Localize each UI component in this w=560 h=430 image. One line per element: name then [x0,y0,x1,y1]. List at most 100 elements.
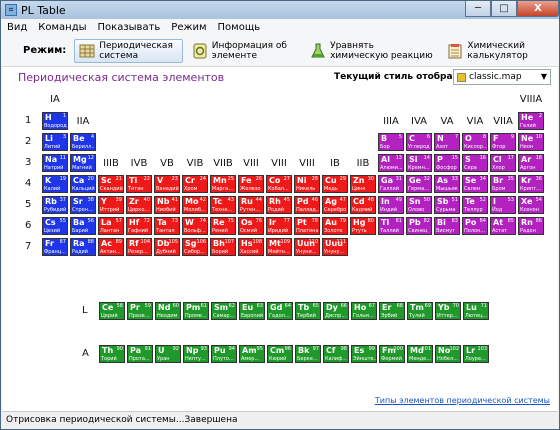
element-cell-bk[interactable]: Bk 97 Берке... [295,345,321,363]
element-cell-ne[interactable]: Ne 10 Неон [518,133,544,151]
element-cell-mn[interactable]: Mn 25 Марга... [210,175,236,193]
element-cell-sb[interactable]: Sb 51 Сурьма [434,196,460,214]
element-cell-os[interactable]: Os 76 Осмий [238,217,264,235]
element-cell-es[interactable]: Es 99 Эйнште... [351,345,377,363]
mode-element-info-button[interactable]: Информация об элементе [187,39,301,63]
element-cell-p[interactable]: P 15 Фосфор [434,154,460,172]
element-cell-ta[interactable]: Ta 73 Тантал [154,217,180,235]
element-cell-pr[interactable]: Pr 59 Празе... [127,302,153,320]
element-cell-ce[interactable]: Ce 58 Церий [99,302,125,320]
element-cell-tm[interactable]: Tm 69 Тулий [407,302,433,320]
element-cell-li[interactable]: Li 3 Литий [42,133,68,151]
style-select[interactable]: classic.map ▼ [453,69,551,85]
element-cell-ge[interactable]: Ge 32 Герма... [406,175,432,193]
element-cell-u[interactable]: U 92 Уран [155,345,181,363]
element-cell-bi[interactable]: Bi 83 Висмут [434,217,460,235]
element-cell-hg[interactable]: Hg 80 Ртуть [350,217,376,235]
element-cell-ga[interactable]: Ga 31 Галлий [378,175,404,193]
element-cell-lr[interactable]: Lr 103 Лоуре... [463,345,489,363]
element-cell-hf[interactable]: Hf 72 Гафний [126,217,152,235]
element-cell-hs[interactable]: Hs 108 Хассий [238,238,264,256]
element-cell-b[interactable]: B 5 Бор [378,133,404,151]
element-cell-eu[interactable]: Eu 63 Европий [239,302,265,320]
element-cell-au[interactable]: Au 79 Золото [322,217,348,235]
maximize-button[interactable]: □ [491,1,517,17]
element-cell-tc[interactable]: Tc 43 Техне... [210,196,236,214]
element-cell-c[interactable]: C 6 Углерод [406,133,432,151]
element-cell-nd[interactable]: Nd 60 Неодим [155,302,181,320]
element-cell-np[interactable]: Np 93 Непту... [183,345,209,363]
element-cell-sg[interactable]: Sg 106 Сибор... [182,238,208,256]
mode-calculator-button[interactable]: Химический калькулятор [442,39,555,63]
element-cell-cf[interactable]: Cf 98 Калиф... [323,345,349,363]
close-button[interactable]: X [517,1,559,17]
element-cell-xe[interactable]: Xe 54 Ксенон [518,196,544,214]
element-cell-si[interactable]: Si 14 Кремн... [406,154,432,172]
element-cell-db[interactable]: Db 105 Дубний [154,238,180,256]
element-cell-be[interactable]: Be 4 Берилл... [70,133,96,151]
element-cell-no[interactable]: No 102 Нобел... [435,345,461,363]
element-cell-ca[interactable]: Ca 20 Кальций [70,175,96,193]
element-cell-pm[interactable]: Pm 61 Проме... [183,302,209,320]
element-cell-pt[interactable]: Pt 78 Платина [294,217,320,235]
element-cell-uuu[interactable]: Uuu 111 Унуну... [322,238,348,256]
element-cell-ti[interactable]: Ti 22 Титан [126,175,152,193]
element-cell-co[interactable]: Co 27 Кобал... [266,175,292,193]
element-cell-pb[interactable]: Pb 82 Свинец [406,217,432,235]
element-cell-ru[interactable]: Ru 44 Рутен... [238,196,264,214]
element-cell-as[interactable]: As 33 Мышьяк [434,175,460,193]
element-cell-sn[interactable]: Sn 50 Олово [406,196,432,214]
element-cell-lu[interactable]: Lu 71 Лютец... [463,302,489,320]
element-cell-zr[interactable]: Zr 40 Цирко... [126,196,152,214]
element-cell-cs[interactable]: Cs 55 Цезий [42,217,68,235]
element-cell-nb[interactable]: Nb 41 Ниобий [154,196,180,214]
minimize-button[interactable]: ─ [465,1,491,17]
mode-periodic-table-button[interactable]: Периодическая система [74,38,183,63]
menu-commands[interactable]: Команды [38,22,86,33]
element-cell-rh[interactable]: Rh 45 Родий [266,196,292,214]
element-cell-f[interactable]: F 9 Фтор [490,133,516,151]
element-cell-s[interactable]: S 16 Сера [462,154,488,172]
title-bar[interactable]: ⌗ PL Table ─ □ X [1,1,559,19]
element-cell-sc[interactable]: Sc 21 Скандий [98,175,124,193]
element-cell-i[interactable]: I 53 Йод [490,196,516,214]
element-cell-k[interactable]: K 19 Калий [42,175,68,193]
element-cell-rf[interactable]: Rf 104 Резер... [126,238,152,256]
element-cell-ar[interactable]: Ar 18 Аргон [518,154,544,172]
element-cell-fm[interactable]: Fm 100 Фермий [379,345,405,363]
element-cell-rn[interactable]: Rn 86 Радон [518,217,544,235]
menu-show[interactable]: Показывать [98,22,161,33]
element-cell-w[interactable]: W 74 Вольф... [182,217,208,235]
element-cell-yb[interactable]: Yb 70 Иттер... [435,302,461,320]
element-cell-cr[interactable]: Cr 24 Хром [182,175,208,193]
element-cell-na[interactable]: Na 11 Натрий [42,154,68,172]
element-cell-md[interactable]: Md 101 Менде... [407,345,433,363]
element-cell-ag[interactable]: Ag 47 Серебро [322,196,348,214]
element-cell-ir[interactable]: Ir 77 Иридий [266,217,292,235]
menu-help[interactable]: Помощь [218,22,261,33]
element-cell-cd[interactable]: Cd 48 Кадмий [350,196,376,214]
element-cell-rb[interactable]: Rb 37 Рубидий [42,196,68,214]
element-types-link[interactable]: Типы элементов периодической системы [375,396,550,405]
element-cell-v[interactable]: V 23 Ванадий [154,175,180,193]
menu-mode[interactable]: Режим [171,22,206,33]
element-cell-mg[interactable]: Mg 12 Магний [70,154,96,172]
element-cell-al[interactable]: Al 13 Алюми... [378,154,404,172]
element-cell-po[interactable]: Po 84 Полон... [462,217,488,235]
element-cell-dy[interactable]: Dy 66 Диспр... [323,302,349,320]
element-cell-sr[interactable]: Sr 38 Строн... [70,196,96,214]
element-cell-mo[interactable]: Mo 42 Молиб... [182,196,208,214]
element-cell-cu[interactable]: Cu 29 Медь [322,175,348,193]
element-cell-te[interactable]: Te 52 Теллур [462,196,488,214]
element-cell-kr[interactable]: Kr 36 Крипт... [518,175,544,193]
element-cell-re[interactable]: Re 75 Рений [210,217,236,235]
element-cell-la[interactable]: La 57 Лантан [98,217,124,235]
element-cell-ac[interactable]: Ac 89 Актин... [98,238,124,256]
element-cell-he[interactable]: He 2 Гелий [518,112,544,130]
element-cell-fr[interactable]: Fr 87 Франц... [42,238,68,256]
element-cell-ba[interactable]: Ba 56 Барий [70,217,96,235]
element-cell-pa[interactable]: Pa 91 Прота... [127,345,153,363]
element-cell-th[interactable]: Th 90 Торий [99,345,125,363]
element-cell-at[interactable]: At 85 Астат [490,217,516,235]
element-cell-cl[interactable]: Cl 17 Хлор [490,154,516,172]
